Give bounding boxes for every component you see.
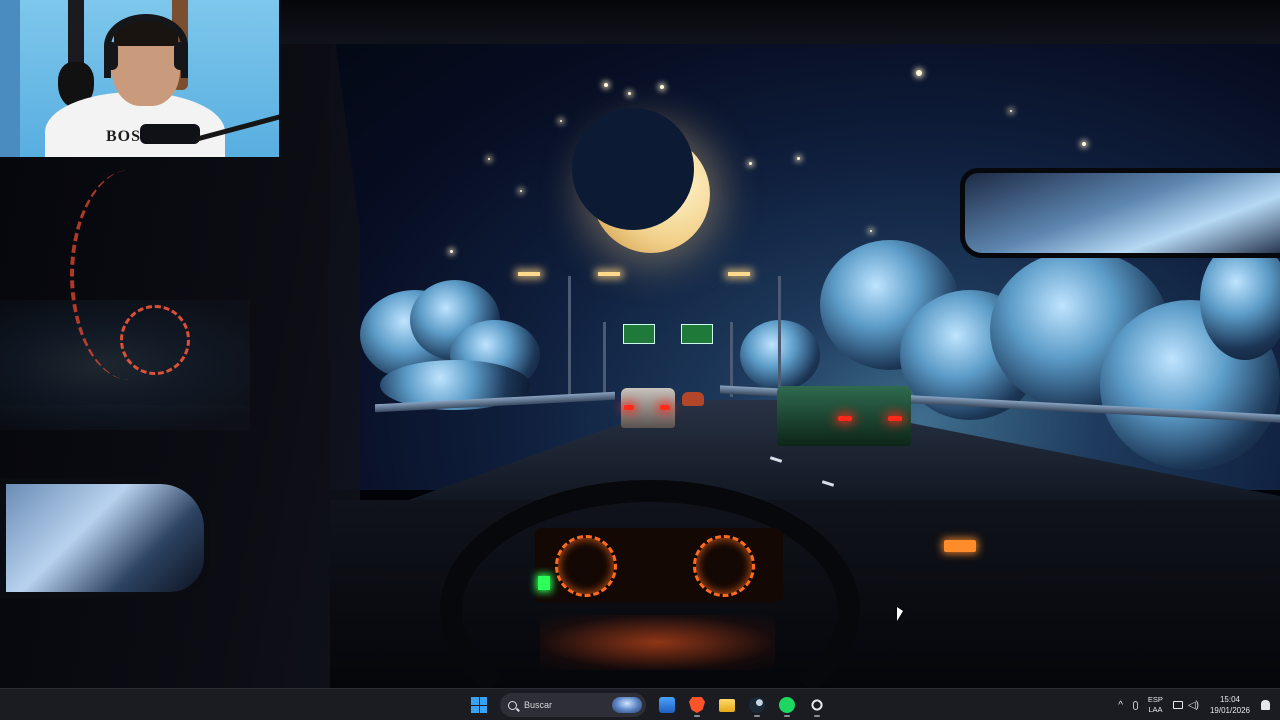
- brave-browser-icon: [689, 697, 705, 713]
- spotify-icon: [779, 697, 795, 713]
- roof-line: [280, 0, 1280, 44]
- notifications-button[interactable]: [1256, 689, 1280, 720]
- weather-app-button[interactable]: [654, 692, 680, 718]
- star: [1082, 142, 1086, 146]
- language-indicator[interactable]: ESP LAA: [1143, 689, 1168, 720]
- star: [628, 92, 631, 95]
- webcam-overlay: BOS: [0, 0, 279, 157]
- taskbar: Buscar ^ ESP LAA ◁) 15:04 19/01/2026: [0, 688, 1280, 720]
- tail-light: [888, 416, 902, 421]
- star: [604, 83, 608, 87]
- steam-button[interactable]: [744, 692, 770, 718]
- brave-browser-button[interactable]: [684, 692, 710, 718]
- windows-logo-icon: [471, 697, 487, 713]
- speedometer-gauge: [555, 535, 617, 597]
- desktop-screen: BOS Buscar ^ ESP LAA ◁) 15:04 19/01/2026: [0, 0, 1280, 720]
- star: [660, 85, 664, 89]
- running-indicator: [784, 715, 790, 717]
- microphone-icon: [1132, 700, 1138, 710]
- highway-sign: [623, 324, 655, 344]
- tail-light: [838, 416, 852, 421]
- clock-button[interactable]: 15:04 19/01/2026: [1204, 689, 1256, 720]
- wall-edge: [0, 0, 20, 157]
- star: [870, 230, 872, 232]
- street-lamp-light: [598, 272, 620, 276]
- star: [520, 190, 522, 192]
- volume-icon: ◁): [1187, 699, 1199, 711]
- file-explorer-button[interactable]: [714, 692, 740, 718]
- keyboard-layout: LAA: [1148, 705, 1163, 714]
- reflected-gauge: [120, 305, 190, 375]
- hazard-light: [944, 540, 976, 552]
- cloud: [1200, 240, 1280, 360]
- tachometer-gauge: [693, 535, 755, 597]
- taskbar-search[interactable]: Buscar: [500, 693, 646, 717]
- headphone-earcup: [174, 42, 188, 70]
- shirt-text: BOS: [106, 128, 142, 145]
- side-mirror: [0, 478, 210, 598]
- show-hidden-icons-button[interactable]: ^: [1113, 689, 1128, 720]
- network-icon: [1172, 701, 1183, 709]
- chevron-up-icon: ^: [1118, 699, 1123, 711]
- folder-icon: [719, 698, 735, 712]
- indicator-light: [538, 576, 550, 590]
- search-label: Buscar: [524, 700, 553, 710]
- sign-gantry-post: [603, 322, 606, 397]
- system-tray: ^ ESP LAA ◁) 15:04 19/01/2026: [1113, 689, 1280, 720]
- instrument-cluster: [535, 528, 783, 602]
- tail-light: [624, 405, 634, 410]
- star: [749, 162, 752, 165]
- street-lamp-light: [728, 272, 750, 276]
- language-code: ESP: [1147, 695, 1163, 704]
- star: [916, 70, 922, 76]
- running-indicator: [754, 715, 760, 717]
- bell-icon: [1261, 700, 1270, 710]
- weather-app-icon: [659, 697, 675, 713]
- headphone-earcup: [104, 42, 118, 70]
- search-icon: [508, 700, 517, 710]
- star: [560, 120, 562, 122]
- quick-settings-button[interactable]: ◁): [1168, 689, 1204, 720]
- microphone-tray-button[interactable]: [1128, 689, 1143, 720]
- obs-button[interactable]: [804, 692, 830, 718]
- obs-icon: [809, 697, 825, 713]
- clock-date: 19/01/2026: [1209, 706, 1250, 715]
- microphone: [140, 124, 200, 144]
- street-lamp-light: [518, 272, 540, 276]
- search-highlight-image: [612, 697, 642, 713]
- highway-sign: [681, 324, 713, 344]
- start-button[interactable]: [466, 692, 492, 718]
- star: [450, 250, 453, 253]
- star: [797, 157, 800, 160]
- street-lamp: [568, 276, 571, 396]
- star: [1010, 110, 1012, 112]
- running-indicator: [814, 715, 820, 717]
- rear-view-mirror: [960, 168, 1280, 258]
- street-lamp: [778, 276, 781, 396]
- taskbar-center: Buscar: [466, 689, 830, 720]
- steam-icon: [749, 697, 765, 713]
- car-ahead: [682, 392, 704, 406]
- moon-shadow: [572, 108, 694, 230]
- clock-time: 15:04: [1219, 695, 1240, 704]
- mouse-cursor: [897, 607, 903, 621]
- tail-light: [660, 405, 670, 410]
- star: [488, 158, 490, 160]
- running-indicator: [694, 715, 700, 717]
- spotify-button[interactable]: [774, 692, 800, 718]
- dashboard-glow: [540, 615, 775, 670]
